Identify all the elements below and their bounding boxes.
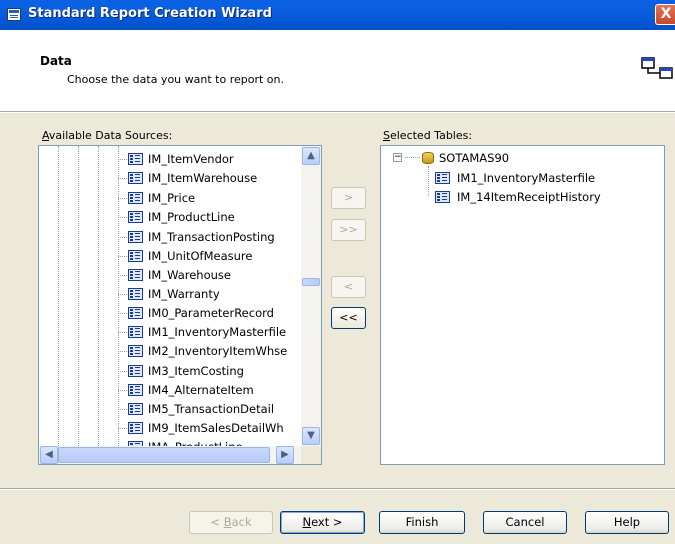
database-icon [422,152,434,164]
list-item[interactable]: IM_ItemWarehouse [118,169,297,188]
help-button[interactable]: Help [585,511,669,534]
next-button[interactable]: Next > [280,511,365,534]
back-button[interactable]: < Back [189,511,273,534]
selected-tables-label: Selected Tables: [383,129,473,142]
table-icon [128,192,143,204]
table-icon [128,211,143,223]
list-item[interactable]: IM2_InventoryItemWhse [118,342,297,361]
scroll-right-button[interactable]: ▶ [276,446,294,464]
list-item[interactable]: IM_UnitOfMeasure [118,247,297,266]
scrollbar-corner [301,446,321,464]
list-item[interactable]: IM9_ItemSalesDetailWh [118,419,297,438]
list-item[interactable]: IM5_TransactionDetail [118,400,297,419]
tree-guide-line [405,157,420,158]
table-icon [128,365,143,377]
table-icon [128,326,143,338]
database-root-node[interactable]: SOTAMAS90 [439,151,509,165]
table-icon [128,345,143,357]
vertical-scroll-thumb[interactable] [302,278,320,286]
table-icon [128,172,143,184]
table-icon [128,307,143,319]
available-data-sources-list[interactable]: IM_ItemVendor IM_ItemWarehouse IM_Price … [38,145,322,465]
remove-table-button[interactable]: < [331,276,366,298]
table-icon [128,403,143,415]
scroll-down-button[interactable]: ▼ [302,427,320,445]
table-icon [435,191,450,203]
window-title: Standard Report Creation Wizard [28,6,272,21]
table-icon [128,384,143,396]
wizard-header: Data Choose the data you want to report … [0,30,675,112]
table-icon [128,422,143,434]
scroll-left-button[interactable]: ◀ [40,446,58,464]
table-icon [128,288,143,300]
list-item[interactable]: IM0_ParameterRecord [118,304,297,323]
table-icon [128,269,143,281]
selected-tables-list[interactable]: − SOTAMAS90 IM1_InventoryMasterfile IM_1… [380,145,665,465]
horizontal-scrollbar[interactable]: ◀ ▶ [39,446,301,464]
page-subtitle: Choose the data you want to report on. [67,73,284,86]
tree-guide-line [78,146,79,464]
cancel-button[interactable]: Cancel [483,511,567,534]
horizontal-scroll-thumb[interactable] [58,447,270,463]
close-button[interactable]: X [655,4,675,25]
table-icon [128,250,143,262]
table-icon [128,153,143,165]
collapse-icon[interactable]: − [393,153,402,162]
wizard-step-icon [641,57,673,79]
list-item[interactable]: IM_ItemVendor [118,150,297,169]
available-sources-label: Available Data Sources: [42,129,173,142]
header-separator [0,112,675,113]
footer-separator-highlight [0,489,675,490]
vertical-scrollbar[interactable]: ▲ ▼ [301,146,321,446]
table-icon [435,172,450,184]
finish-button[interactable]: Finish [379,511,465,534]
list-item[interactable]: IM_TransactionPosting [118,228,297,247]
table-icon [128,231,143,243]
add-table-button[interactable]: > [331,187,366,209]
tree-guide-line [118,146,119,464]
app-icon [7,8,21,21]
tree-guide-line [428,166,429,196]
tree-guide-line [58,146,59,464]
page-title: Data [40,54,72,68]
selected-table-item[interactable]: IM1_InventoryMasterfile [431,169,651,188]
title-bar: Standard Report Creation Wizard X [0,0,675,30]
list-item[interactable]: IM4_AlternateItem [118,381,297,400]
scroll-up-button[interactable]: ▲ [302,147,320,165]
list-item[interactable]: IM1_InventoryMasterfile [118,323,297,342]
selected-table-item[interactable]: IM_14ItemReceiptHistory [431,188,651,207]
list-item[interactable]: IM_Warehouse [118,266,297,285]
tree-guide-line [98,146,99,464]
list-item[interactable]: IM_Price [118,189,297,208]
list-item[interactable]: IM_Warranty [118,285,297,304]
list-item[interactable]: IM3_ItemCosting [118,362,297,381]
add-all-tables-button[interactable]: >> [331,219,366,241]
remove-all-tables-button[interactable]: << [331,307,366,329]
list-item[interactable]: IM_ProductLine [118,208,297,227]
